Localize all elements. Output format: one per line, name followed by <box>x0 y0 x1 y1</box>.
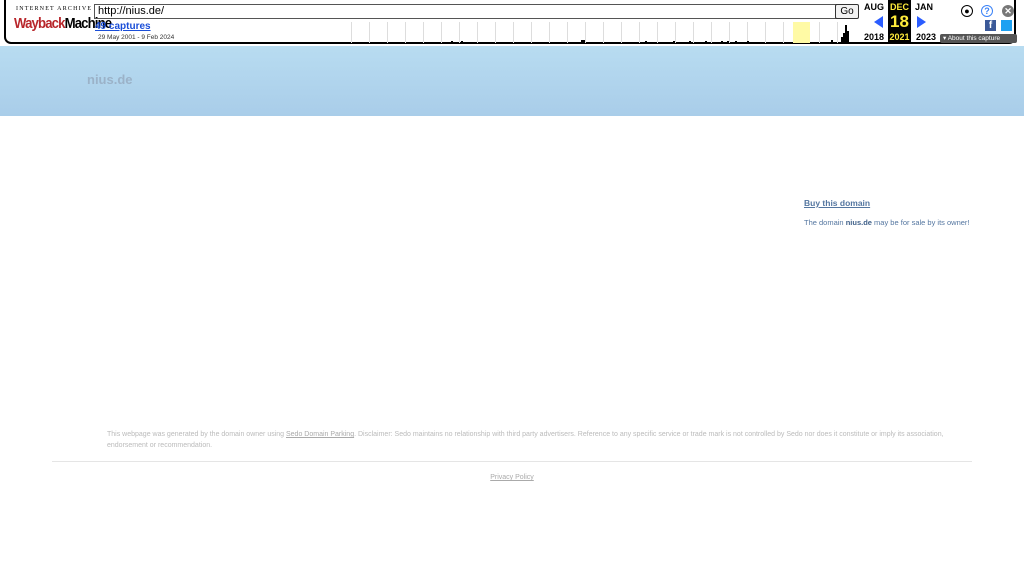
year-divider <box>405 22 406 43</box>
year-divider <box>765 22 766 43</box>
year-divider <box>819 22 820 43</box>
sedo-parking-link[interactable]: Sedo Domain Parking <box>286 431 354 438</box>
year-divider <box>369 22 370 43</box>
domain-name: nius.de <box>845 218 872 227</box>
year-divider <box>387 22 388 43</box>
go-button[interactable]: Go <box>835 4 859 19</box>
year-divider <box>585 22 586 43</box>
capture-bar[interactable] <box>735 41 737 43</box>
capture-bar[interactable] <box>673 41 675 43</box>
capture-bar[interactable] <box>713 42 715 43</box>
prev-year[interactable]: 2018 <box>860 32 888 42</box>
site-title: nius.de <box>87 72 133 87</box>
about-capture-button[interactable]: ▾ About this capture <box>940 34 1017 43</box>
capture-bar[interactable] <box>455 42 457 43</box>
next-month[interactable]: JAN <box>912 2 936 12</box>
privacy-policy-link[interactable]: Privacy Policy <box>0 474 1024 481</box>
year-divider <box>351 22 352 43</box>
disclaimer-text: This webpage was generated by the domain… <box>107 431 944 449</box>
year-divider <box>459 22 460 43</box>
year-divider <box>495 22 496 43</box>
footer-divider <box>52 461 972 462</box>
year-divider <box>747 22 748 43</box>
year-divider <box>657 22 658 43</box>
facebook-icon[interactable]: f <box>985 20 996 31</box>
captures-link[interactable]: 49 captures <box>95 21 151 32</box>
capture-bar[interactable] <box>721 41 723 43</box>
year-divider <box>567 22 568 43</box>
year-divider <box>441 22 442 43</box>
year-divider <box>675 22 676 43</box>
help-icon[interactable]: ? <box>981 5 993 17</box>
current-year: 2021 <box>889 32 910 42</box>
url-input[interactable]: http://nius.de/ <box>94 4 838 19</box>
year-divider <box>423 22 424 43</box>
wayback-logo[interactable]: INTERNET ARCHIVE WaybackMachine <box>14 3 112 41</box>
year-divider <box>711 22 712 43</box>
capture-bar[interactable] <box>645 41 647 43</box>
capture-bar[interactable] <box>681 42 683 43</box>
year-divider <box>837 22 838 43</box>
year-divider <box>531 22 532 43</box>
year-divider <box>513 22 514 43</box>
capture-bar[interactable] <box>461 41 463 43</box>
capture-bar[interactable] <box>689 41 691 43</box>
capture-bar[interactable] <box>451 41 453 43</box>
prev-capture-arrow-icon[interactable] <box>874 16 883 28</box>
user-icon[interactable]: ● <box>961 5 973 17</box>
capture-bar[interactable] <box>705 41 707 43</box>
current-day: 18 <box>890 12 909 31</box>
capture-bar[interactable] <box>583 40 585 43</box>
logo-top-text: INTERNET ARCHIVE <box>16 6 93 12</box>
capture-bar[interactable] <box>697 42 699 43</box>
close-icon[interactable]: ✕ <box>1002 5 1014 17</box>
next-capture-arrow-icon[interactable] <box>917 16 926 28</box>
capture-bar[interactable] <box>727 41 729 43</box>
capture-date-range: 29 May 2001 - 9 Feb 2024 <box>98 34 175 41</box>
capture-bar[interactable] <box>847 31 849 43</box>
twitter-icon[interactable] <box>1001 20 1012 31</box>
wayback-toolbar: INTERNET ARCHIVE WaybackMachine http://n… <box>4 0 1017 44</box>
capture-bar[interactable] <box>831 40 833 43</box>
year-divider <box>549 22 550 43</box>
prev-month[interactable]: AUG <box>862 2 886 12</box>
year-divider <box>639 22 640 43</box>
year-divider <box>693 22 694 43</box>
capture-bar[interactable] <box>747 41 749 43</box>
capture-sparkline[interactable] <box>351 22 851 43</box>
next-year[interactable]: 2023 <box>912 32 940 42</box>
current-capture-date: DEC 18 2021 <box>888 0 911 43</box>
buy-domain-link[interactable]: Buy this domain <box>804 198 870 208</box>
current-month: DEC <box>889 2 909 12</box>
year-divider <box>477 22 478 43</box>
year-divider <box>621 22 622 43</box>
year-divider <box>729 22 730 43</box>
site-header: nius.de <box>0 46 1024 116</box>
year-divider <box>783 22 784 43</box>
year-divider <box>603 22 604 43</box>
current-year-highlight <box>793 22 810 43</box>
for-sale-text: The domain nius.de may be for sale by it… <box>804 218 970 227</box>
